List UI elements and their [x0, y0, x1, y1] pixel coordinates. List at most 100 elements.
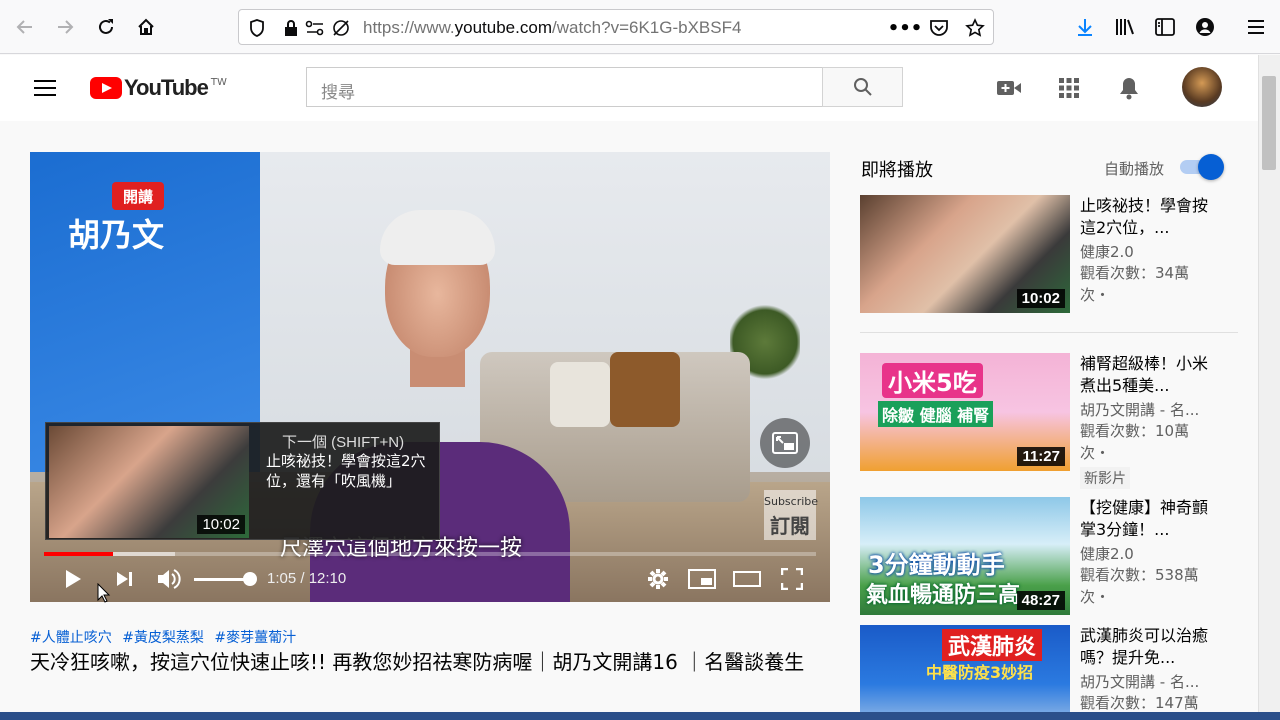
subscribe-watermark[interactable]: Subscribe 訂閱 — [764, 490, 819, 540]
apps-grid-icon[interactable] — [1055, 74, 1083, 102]
play-button[interactable] — [60, 564, 86, 594]
next-video-label: 下一個 (SHIFT+N) — [282, 434, 405, 451]
fullscreen-button[interactable] — [778, 564, 806, 594]
view-count: 觀看次數：147萬 — [1080, 694, 1199, 712]
thumbnail-text: 氣血暢通防三高 — [866, 583, 1021, 608]
os-taskbar — [0, 712, 1280, 720]
thumbnail-text: 武漢肺炎 — [942, 629, 1043, 661]
mouse-cursor-icon — [97, 583, 111, 603]
search-button[interactable] — [822, 67, 903, 107]
video-frame-pillow — [610, 352, 680, 427]
shield-icon[interactable] — [245, 16, 269, 40]
reload-icon[interactable] — [91, 12, 121, 42]
search-input[interactable]: 搜尋 — [306, 67, 823, 107]
video-thumbnail[interactable]: 3分鐘動動手 氣血暢通防三高 48:27 — [860, 497, 1070, 615]
video-title: 天冷狂咳嗽，按這穴位快速止咳!! 再教您妙招祛寒防病喔｜胡乃文開講16 ｜名醫談… — [30, 650, 805, 674]
hashtag-link[interactable]: #麥芽薑葡汁 — [214, 630, 296, 646]
video-thumbnail[interactable]: 10:02 — [860, 195, 1070, 313]
video-player[interactable]: 開講 胡乃文 Subscribe 訂閱 尺澤穴這個地方來按一按 10:02 下一… — [30, 152, 830, 602]
video-title[interactable]: 【挖健康】神奇顫掌3分鐘！... — [1080, 497, 1210, 541]
miniplayer-button[interactable] — [760, 418, 810, 468]
logo-text: YouTube — [124, 75, 209, 100]
thumbnail-text: 3分鐘動動手 — [868, 551, 1005, 579]
recommended-video[interactable]: 3分鐘動動手 氣血暢通防三高 48:27 【挖健康】神奇顫掌3分鐘！... 健康… — [860, 497, 1240, 615]
video-duration: 48:27 — [1016, 591, 1065, 610]
lock-icon[interactable] — [279, 16, 303, 40]
video-frame-person — [380, 210, 495, 265]
video-thumbnail[interactable]: 小米5吃 除皺 健腦 補腎 11:27 — [860, 353, 1070, 471]
notifications-bell-icon[interactable] — [1115, 74, 1143, 102]
new-video-badge: 新影片 — [1080, 467, 1130, 489]
yt-header: YouTube TW 搜尋 — [0, 55, 1258, 121]
up-next-heading: 即將播放 — [861, 160, 933, 181]
hashtag-link[interactable]: #人體止咳穴 — [30, 630, 112, 646]
mute-button[interactable] — [154, 564, 184, 594]
search-icon — [853, 78, 872, 96]
progress-played — [44, 552, 113, 556]
miniplayer-toggle-icon — [688, 569, 716, 589]
forward-arrow-icon[interactable] — [50, 12, 80, 42]
video-thumbnail[interactable]: 武漢肺炎 中醫防疫3妙招 — [860, 625, 1070, 712]
url-domain: youtube.com — [454, 18, 552, 37]
next-video-duration: 10:02 — [197, 515, 245, 534]
download-icon[interactable] — [1072, 14, 1098, 40]
bookmark-star-icon[interactable] — [963, 16, 987, 40]
youtube-logo[interactable]: YouTube TW — [90, 75, 227, 101]
theater-mode-button[interactable] — [731, 564, 763, 594]
recommended-video[interactable]: 10:02 止咳祕技！學會按這2穴位，... 健康2.0 觀看次數：34萬次・ — [860, 195, 1240, 313]
thumbnail-text: 小米5吃 — [882, 363, 983, 398]
menu-icon[interactable] — [1243, 14, 1269, 40]
url-text[interactable]: https://www.youtube.com/watch?v=6K1G-bXB… — [363, 18, 741, 38]
volume-handle[interactable] — [243, 572, 257, 586]
hamburger-menu-icon[interactable] — [31, 74, 59, 102]
url-prefix: https://www. — [363, 18, 455, 37]
video-title[interactable]: 止咳祕技！學會按這2穴位，... — [1080, 195, 1210, 239]
autoplay-toggle-knob[interactable] — [1198, 154, 1224, 180]
video-duration: 10:02 — [1016, 289, 1065, 308]
library-icon[interactable] — [1112, 14, 1138, 40]
autoplay-label: 自動播放 — [1104, 160, 1165, 178]
home-icon[interactable] — [131, 12, 161, 42]
theater-mode-icon — [733, 571, 761, 587]
channel-name[interactable]: 胡乃文開講 - 名... — [1080, 671, 1199, 692]
fullscreen-icon — [781, 568, 803, 590]
next-video-preview[interactable]: 10:02 下一個 (SHIFT+N) 止咳祕技！學會按這2穴位，還有「吹風機」 — [45, 422, 440, 540]
more-actions-icon[interactable]: ••• — [888, 16, 923, 40]
channel-name[interactable]: 健康2.0 — [1080, 241, 1134, 262]
video-title[interactable]: 補腎超級棒！小米煮出5種美... — [1080, 353, 1210, 397]
volume-icon — [158, 569, 181, 589]
view-count: 觀看次數：34萬次・ — [1080, 264, 1190, 304]
next-button[interactable] — [112, 564, 138, 594]
miniplayer-icon — [772, 432, 798, 454]
pocket-icon[interactable] — [927, 16, 951, 40]
browser-toolbar: https://www.youtube.com/watch?v=6K1G-bXB… — [0, 0, 1280, 54]
show-badge: 開講 — [112, 182, 164, 210]
view-count: 觀看次數：10萬次・ — [1080, 422, 1190, 462]
url-bar[interactable]: https://www.youtube.com/watch?v=6K1G-bXB… — [238, 9, 994, 45]
hashtag-link[interactable]: #黃皮梨蒸梨 — [122, 630, 204, 646]
avatar[interactable] — [1182, 67, 1222, 107]
volume-slider[interactable] — [194, 578, 250, 581]
create-video-icon[interactable] — [995, 74, 1023, 102]
recommended-video[interactable]: 小米5吃 除皺 健腦 補腎 11:27 補腎超級棒！小米煮出5種美... 胡乃文… — [860, 353, 1240, 489]
scrollbar-thumb[interactable] — [1262, 76, 1276, 170]
channel-name[interactable]: 健康2.0 — [1080, 543, 1134, 564]
permissions-icon[interactable] — [303, 16, 327, 40]
subscribe-en: Subscribe — [764, 495, 819, 508]
sidebar-toggle-icon[interactable] — [1152, 14, 1178, 40]
miniplayer-toggle-button[interactable] — [686, 564, 718, 594]
skip-next-icon — [117, 572, 132, 586]
video-title[interactable]: 武漢肺炎可以治癒嗎？提升免... — [1080, 625, 1210, 669]
url-path: /watch?v=6K1G-bXBSF4 — [551, 18, 742, 37]
autoplay-blocked-icon[interactable] — [329, 16, 353, 40]
play-icon — [66, 570, 81, 588]
account-icon[interactable] — [1192, 14, 1218, 40]
channel-name[interactable]: 胡乃文開講 - 名... — [1080, 399, 1199, 420]
next-video-title: 止咳祕技！學會按這2穴位，還有「吹風機」 — [266, 452, 426, 491]
gear-icon — [648, 569, 668, 589]
settings-button[interactable] — [644, 564, 672, 594]
video-duration: 11:27 — [1017, 447, 1065, 466]
recommended-video[interactable]: 武漢肺炎 中醫防疫3妙招 武漢肺炎可以治癒嗎？提升免... 胡乃文開講 - 名.… — [860, 625, 1240, 712]
divider — [860, 332, 1238, 333]
back-arrow-icon[interactable] — [10, 12, 40, 42]
